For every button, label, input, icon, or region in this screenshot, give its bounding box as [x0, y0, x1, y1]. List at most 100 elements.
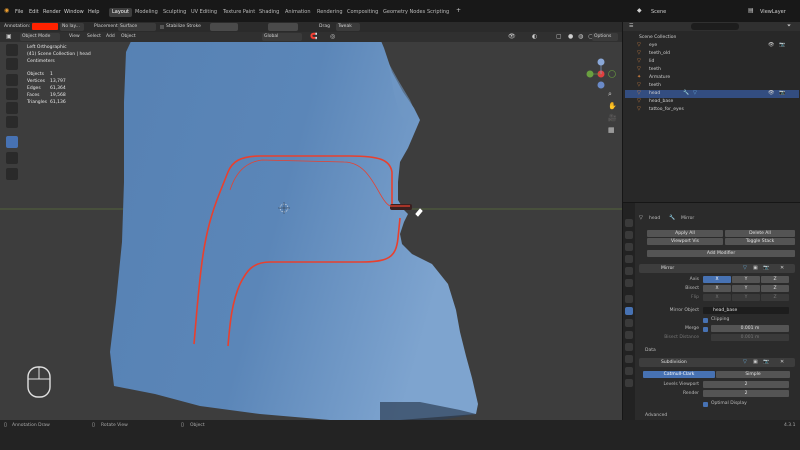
tab-sculpting[interactable]: Sculpting — [160, 8, 189, 17]
cursor-tool-icon[interactable] — [6, 58, 18, 70]
scene-tab-icon[interactable] — [625, 267, 633, 275]
scene-name[interactable]: Scene — [651, 9, 666, 15]
particles-tab-icon[interactable] — [625, 319, 633, 327]
axis-y-toggle[interactable]: Y — [732, 276, 760, 283]
apply-all-button[interactable]: Apply All — [647, 230, 723, 237]
annotation-color-swatch[interactable] — [32, 23, 58, 30]
pivot-dropdown[interactable] — [268, 23, 298, 31]
outliner-item[interactable]: teeth_old — [625, 50, 799, 58]
merge-distance-field[interactable]: 0.001 m — [711, 325, 789, 332]
output-tab-icon[interactable] — [625, 243, 633, 251]
outliner-item[interactable]: Armature — [625, 74, 799, 82]
select-tool-icon[interactable] — [6, 44, 18, 56]
tab-texture-paint[interactable]: Texture Paint — [220, 8, 258, 17]
bisect-y-toggle[interactable]: Y — [732, 285, 760, 292]
shading-solid-icon[interactable]: ● — [568, 33, 573, 40]
move-tool-icon[interactable] — [6, 74, 18, 86]
view-layer-name[interactable]: ViewLayer — [760, 9, 786, 15]
menu-help[interactable]: Help — [88, 9, 99, 15]
shading-material-icon[interactable]: ◍ — [578, 33, 583, 40]
menu-select[interactable]: Select — [87, 33, 101, 41]
edit-mode-icon[interactable]: ▽ — [743, 265, 747, 271]
menu-render[interactable]: Render — [43, 9, 61, 15]
camera-icon[interactable]: 📷 — [763, 359, 769, 365]
outliner-item[interactable]: lid — [625, 58, 799, 66]
outliner-item[interactable]: teeth — [625, 66, 799, 74]
clipping-checkbox[interactable] — [703, 318, 708, 323]
gizmo-button[interactable] — [210, 23, 238, 31]
scene-collection-row[interactable]: Scene Collection — [625, 34, 799, 42]
tab-compositing[interactable]: Compositing — [344, 8, 381, 17]
annotation-layer-dropdown[interactable]: No lay... — [60, 23, 84, 31]
bisect-x-toggle[interactable]: X — [703, 285, 731, 292]
bisect-distance-field[interactable]: 0.001 m — [711, 334, 789, 341]
mirror-modifier-header[interactable]: Mirror — [639, 264, 795, 273]
scale-tool-icon[interactable] — [6, 102, 18, 114]
merge-checkbox[interactable] — [703, 327, 708, 332]
menu-view[interactable]: View — [69, 33, 80, 41]
bisect-z-toggle[interactable]: Z — [761, 285, 789, 292]
tab-scripting[interactable]: Scripting — [424, 8, 452, 17]
viewport-vis-button[interactable]: Viewport Vis — [647, 238, 723, 245]
tab-geometry-nodes[interactable]: Geometry Nodes — [380, 8, 428, 17]
outliner-item[interactable]: teeth — [625, 82, 799, 90]
subdivision-modifier-header[interactable]: Subdivision — [639, 358, 795, 367]
tab-layout[interactable]: Layout — [109, 8, 132, 17]
annotate-tool-icon[interactable] — [6, 136, 18, 148]
filter-icon[interactable]: ⏷ — [787, 23, 791, 29]
visibility-eye-icon[interactable]: 👁 — [768, 90, 774, 96]
perspective-toggle-icon[interactable]: ▦ — [608, 126, 615, 134]
physics-tab-icon[interactable] — [625, 331, 633, 339]
3d-viewport[interactable]: ⌕ ✋ 🎥 ▦ Left Orthographic (41) Scene Col… — [0, 22, 622, 420]
tab-uv-editing[interactable]: UV Editing — [188, 8, 220, 17]
camera-icon[interactable]: 📷 — [763, 265, 769, 271]
xray-icon[interactable]: ▢ — [556, 33, 562, 40]
data-subpanel[interactable]: Data — [645, 348, 656, 353]
proportional-edit-icon[interactable]: ◎ — [330, 33, 335, 40]
camera-view-icon[interactable]: 🎥 — [608, 114, 617, 122]
tab-rendering[interactable]: Rendering — [314, 8, 346, 17]
snap-icon[interactable]: 🧲 — [310, 33, 317, 40]
mirror-object-field[interactable]: head_base — [703, 307, 789, 314]
add-modifier-button[interactable]: Add Modifier — [647, 250, 795, 257]
stabilize-checkbox[interactable] — [160, 25, 164, 29]
overlays-icon[interactable]: ◐ — [532, 33, 537, 40]
placement-dropdown[interactable]: Surface — [118, 23, 156, 31]
toggle-stack-button[interactable]: Toggle Stack — [725, 238, 795, 245]
camera-render-icon[interactable]: 📷 — [779, 90, 785, 96]
menu-edit[interactable]: Edit — [29, 9, 39, 15]
axis-x-toggle[interactable]: X — [703, 276, 731, 283]
flip-x-toggle[interactable]: X — [703, 294, 731, 301]
object-tab-icon[interactable] — [625, 295, 633, 303]
menu-file[interactable]: File — [15, 9, 23, 15]
texture-tab-icon[interactable] — [625, 379, 633, 387]
simple-toggle[interactable]: Simple — [716, 371, 790, 378]
menu-object[interactable]: Object — [121, 33, 136, 41]
monitor-icon[interactable]: ▣ — [753, 359, 758, 365]
add-cube-tool-icon[interactable] — [6, 168, 18, 180]
outliner-type-icon[interactable]: ☰ — [629, 23, 633, 29]
tab-shading[interactable]: Shading — [256, 8, 282, 17]
constraints-tab-icon[interactable] — [625, 343, 633, 351]
blender-logo-icon[interactable]: ◉ — [4, 7, 9, 14]
tab-animation[interactable]: Animation — [282, 8, 314, 17]
material-tab-icon[interactable] — [625, 367, 633, 375]
outliner-item[interactable]: tattoo_for_eyes — [625, 106, 799, 114]
edit-mode-icon[interactable]: ▽ — [743, 359, 747, 365]
outliner-item[interactable]: head_base — [625, 98, 799, 106]
flip-y-toggle[interactable]: Y — [732, 294, 760, 301]
close-icon[interactable]: ✕ — [780, 359, 784, 365]
camera-render-icon[interactable]: 📷 — [779, 42, 785, 48]
zoom-icon[interactable]: ⌕ — [608, 90, 612, 99]
axis-z-toggle[interactable]: Z — [761, 276, 789, 283]
menu-add[interactable]: Add — [106, 33, 115, 41]
catmull-clark-toggle[interactable]: Catmull-Clark — [643, 371, 715, 378]
delete-all-button[interactable]: Delete All — [725, 230, 795, 237]
transform-tool-icon[interactable] — [6, 116, 18, 128]
world-tab-icon[interactable] — [625, 279, 633, 287]
optimal-display-checkbox[interactable] — [703, 402, 708, 407]
measure-tool-icon[interactable] — [6, 152, 18, 164]
modifier-tab-icon[interactable] — [625, 307, 633, 315]
transform-orientation-dropdown[interactable]: Global — [262, 33, 302, 41]
view-layer-tab-icon[interactable] — [625, 255, 633, 263]
